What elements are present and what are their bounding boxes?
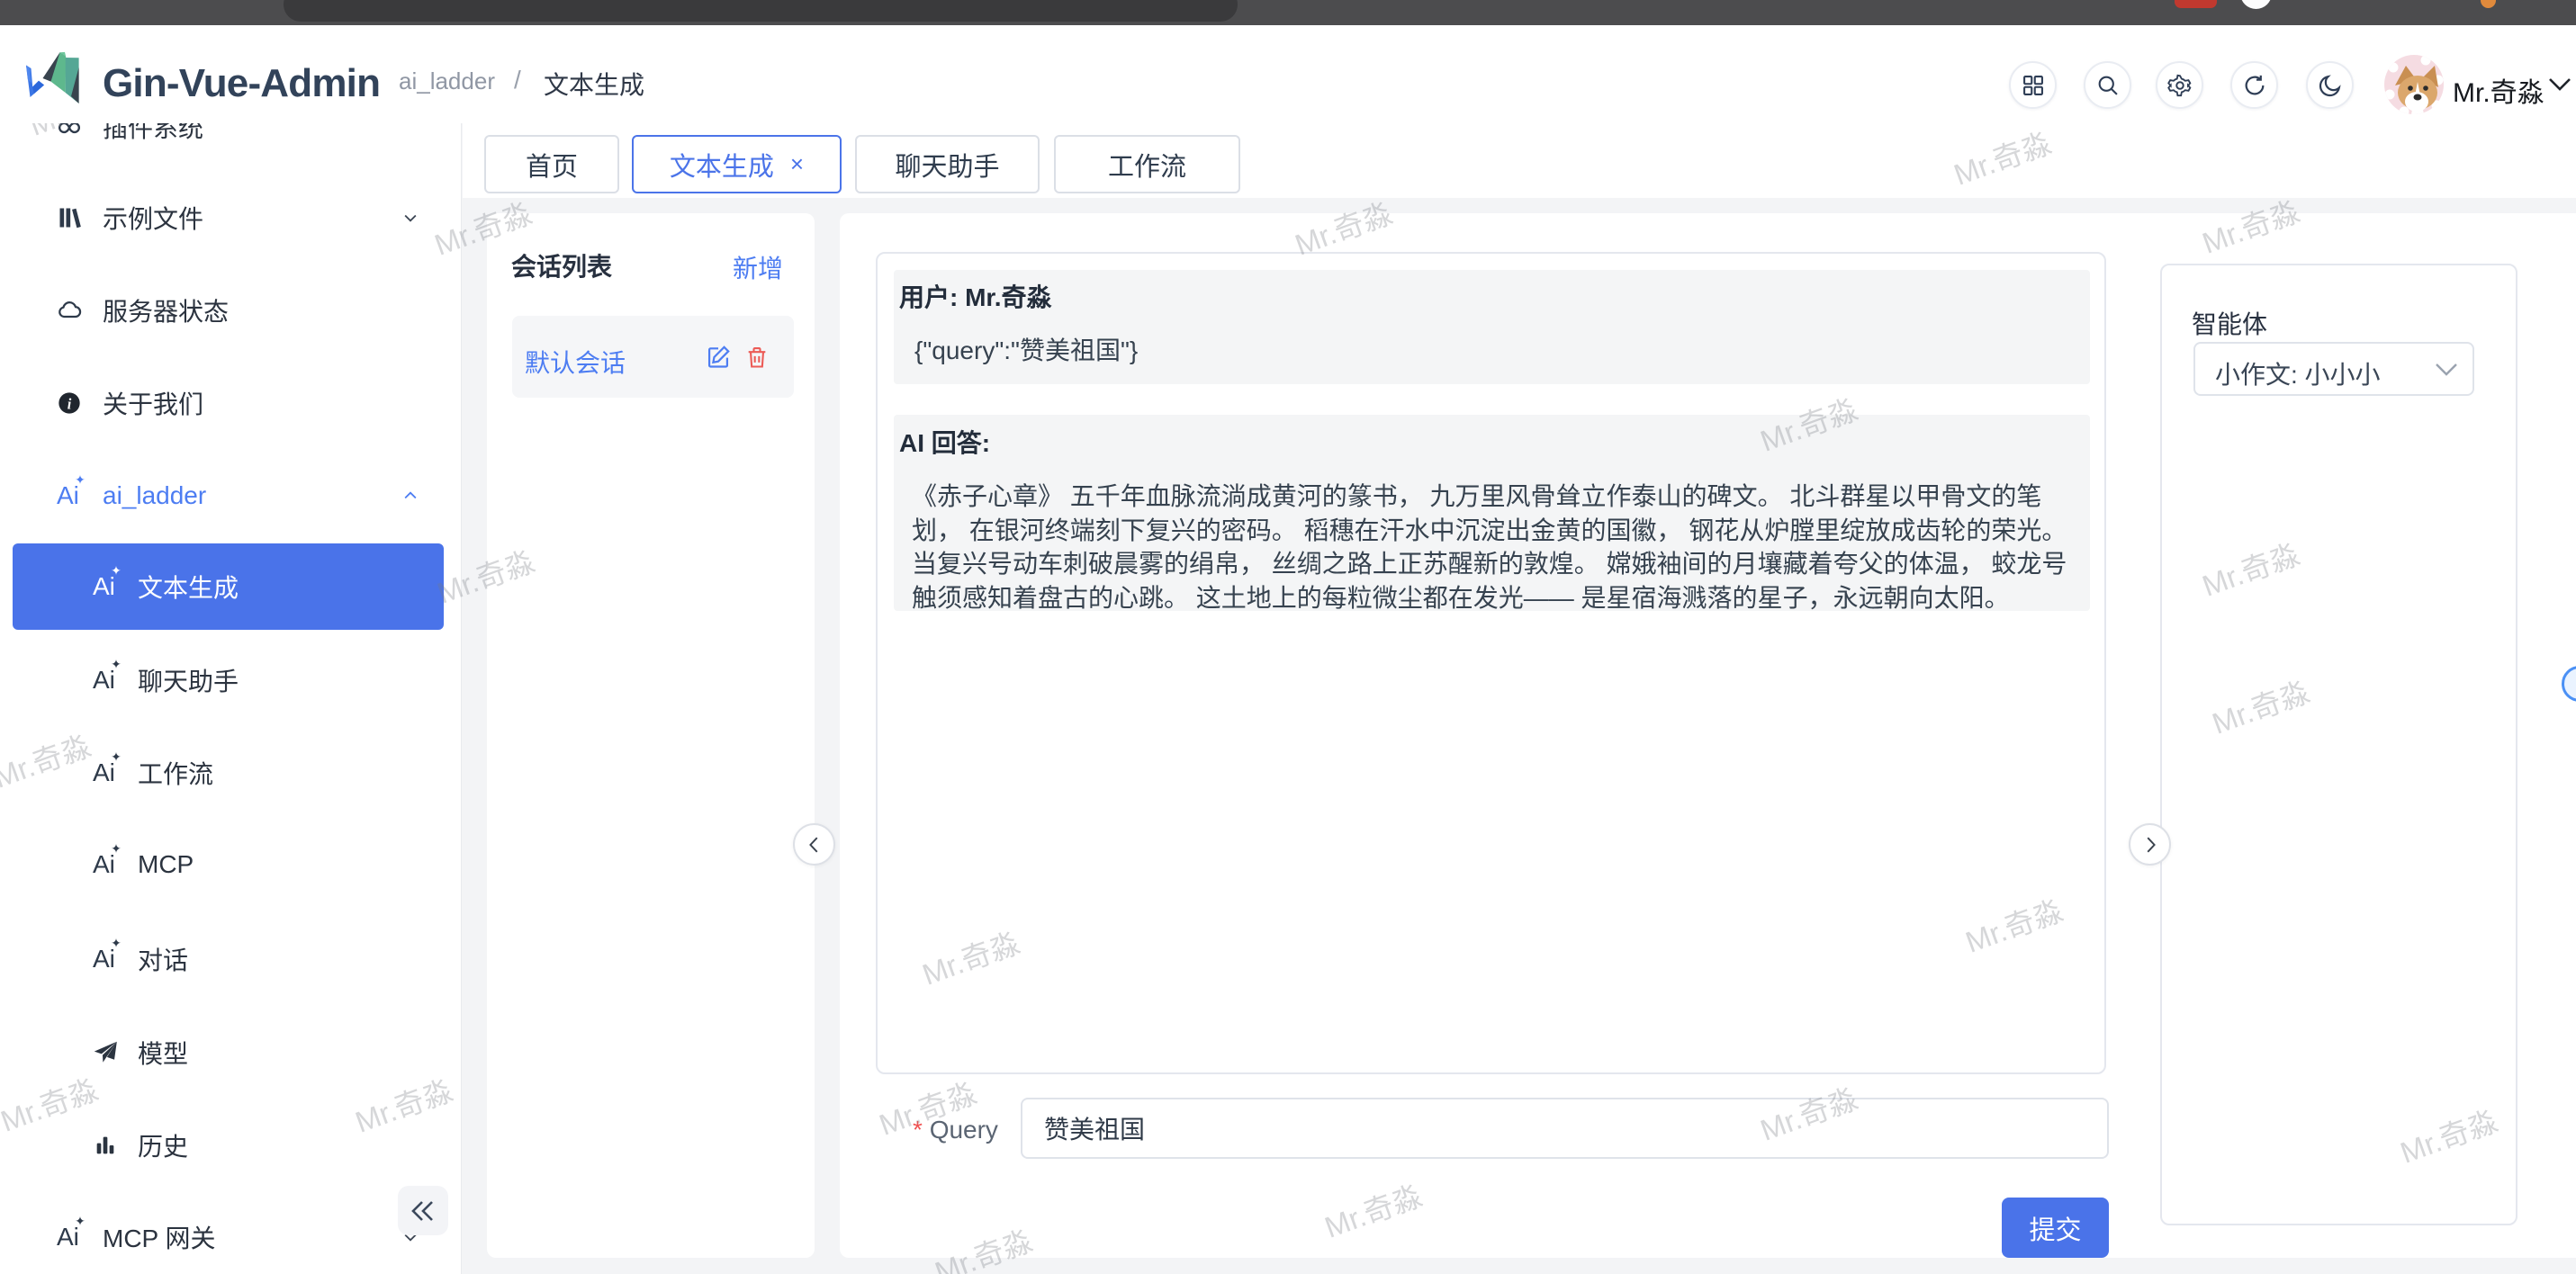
svg-text:i: i <box>68 395 72 412</box>
